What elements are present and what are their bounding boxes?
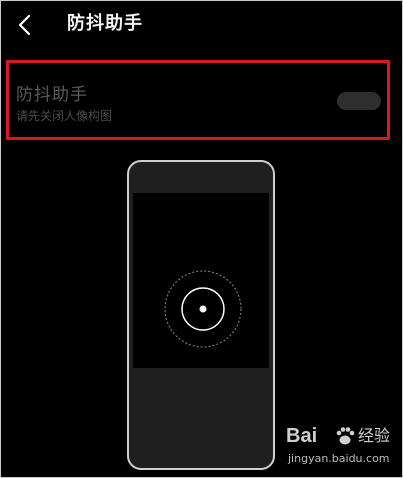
focus-ring-icon [164, 270, 242, 348]
stabilization-toggle[interactable] [337, 92, 381, 110]
baidu-jingyan-watermark: Bai 经验 jingyan.baidu.com [286, 424, 396, 472]
top-bar: 防抖助手 [0, 0, 403, 52]
paw-logo-icon [336, 427, 355, 445]
phone-illustration [127, 160, 275, 470]
setting-subtitle: 请先关闭人像构图 [16, 109, 113, 123]
watermark-name: 经验 [358, 426, 391, 445]
chevron-left-icon [18, 14, 31, 36]
watermark-brand: Bai [286, 425, 318, 447]
watermark-url: jingyan.baidu.com [288, 452, 390, 465]
page-title: 防抖助手 [67, 13, 143, 34]
setting-title: 防抖助手 [16, 85, 88, 105]
back-button[interactable] [10, 10, 40, 40]
stabilization-assistant-setting[interactable]: 防抖助手 请先关闭人像构图 [6, 60, 390, 140]
viewfinder-area [133, 193, 269, 368]
